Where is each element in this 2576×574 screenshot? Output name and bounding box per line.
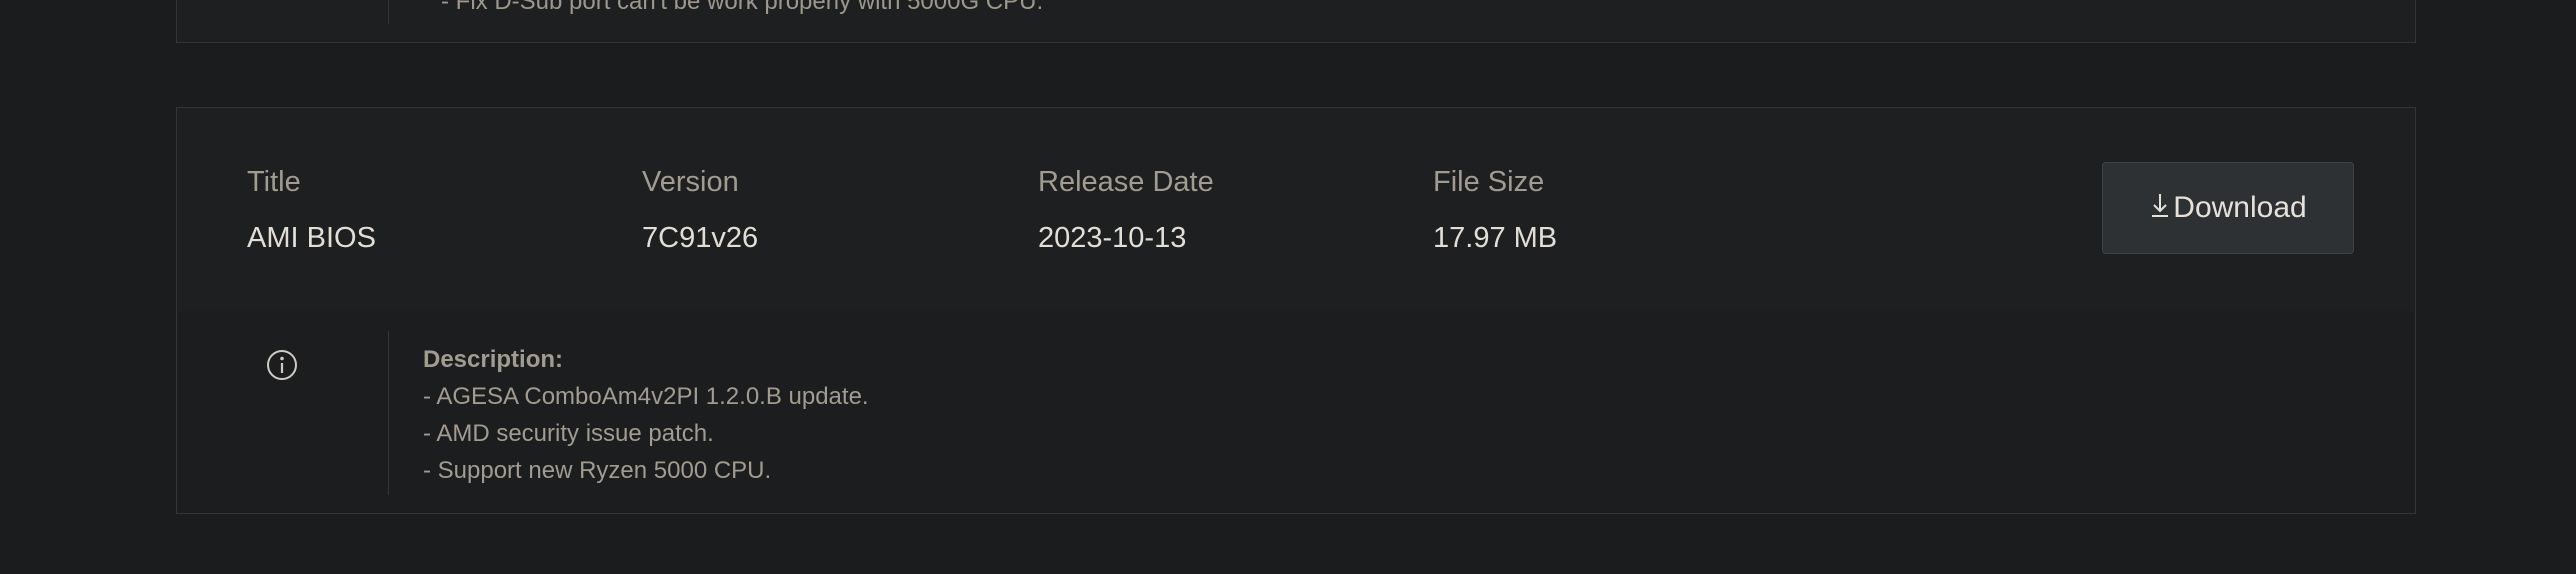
download-arrow-icon [2152, 194, 2169, 217]
release-date-label: Release Date [1038, 166, 1214, 198]
description-heading: Description: [423, 346, 564, 373]
divider [388, 331, 389, 495]
description-line: - Support new Ryzen 5000 CPU. [423, 457, 772, 484]
version-value: 7C91v26 [642, 222, 759, 254]
title-label: Title [247, 166, 301, 198]
bios-card: Title AMI BIOS Version 7C91v26 Release D… [176, 107, 2416, 514]
download-label: Download [2173, 191, 2307, 224]
info-circle-icon [267, 350, 297, 380]
description-text: Description: - AGESA ComboAm4v2PI 1.2.0.… [423, 341, 869, 489]
title-value: AMI BIOS [247, 222, 376, 254]
file-size-label: File Size [1433, 166, 1545, 198]
previous-description-line: - Fix D-Sub port can't be work properly … [441, 0, 1044, 15]
bios-info-row: Title AMI BIOS Version 7C91v26 Release D… [177, 108, 2415, 311]
description-area: Description: - AGESA ComboAm4v2PI 1.2.0.… [177, 311, 2415, 513]
file-size-column: File Size 17.97 MB [1433, 164, 1557, 256]
version-column: Version 7C91v26 [642, 164, 758, 256]
release-date-value: 2023-10-13 [1038, 222, 1187, 254]
title-column: Title AMI BIOS [247, 164, 376, 256]
description-line: - AGESA ComboAm4v2PI 1.2.0.B update. [423, 383, 869, 410]
release-date-column: Release Date 2023-10-13 [1038, 164, 1214, 256]
description-line: - AMD security issue patch. [423, 420, 714, 447]
file-size-value: 17.97 MB [1433, 222, 1558, 254]
version-label: Version [642, 166, 739, 198]
previous-bios-card: - Fix D-Sub port can't be work properly … [176, 0, 2416, 43]
divider [388, 0, 389, 24]
download-button[interactable]: Download [2102, 162, 2354, 254]
